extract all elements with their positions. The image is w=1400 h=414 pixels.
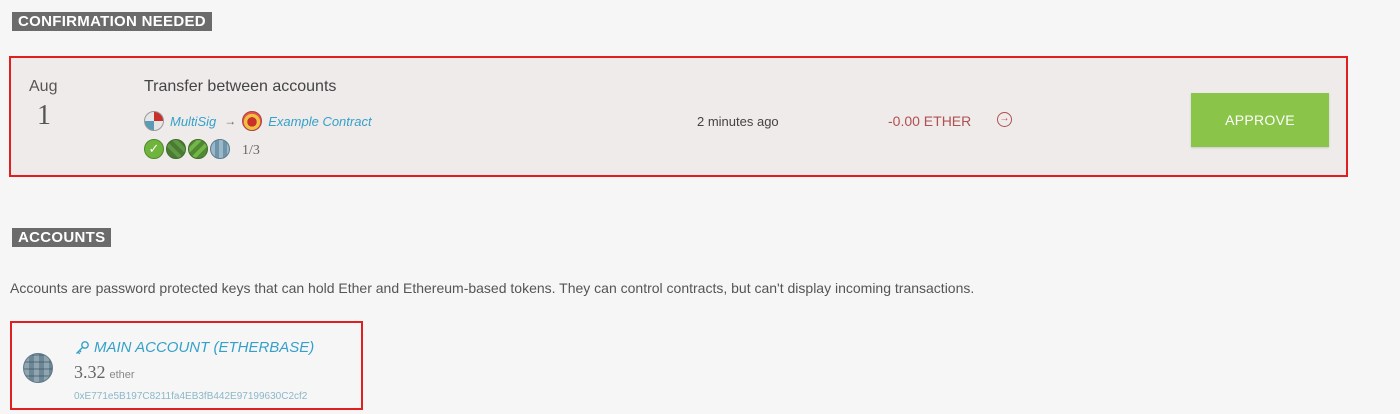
key-icon — [76, 340, 89, 354]
transaction-day: 1 — [37, 100, 51, 131]
account-name-link[interactable]: MAIN ACCOUNT (ETHERBASE) — [74, 339, 314, 356]
accounts-heading: ACCOUNTS — [12, 228, 112, 247]
approve-button[interactable]: APPROVE — [1191, 93, 1329, 147]
owner-identicon — [210, 139, 230, 159]
confirmation-status: ✓ 1/3 — [144, 139, 260, 159]
balance-unit: ether — [109, 369, 135, 381]
balance-value: 3.32 — [74, 362, 106, 382]
transaction-amount: -0.00 ETHER — [888, 113, 972, 129]
confirmation-count: 1/3 — [242, 143, 260, 158]
contract-identicon — [242, 111, 263, 131]
account-identicon — [23, 353, 53, 383]
to-contract-link[interactable]: Example Contract — [268, 114, 371, 129]
pending-transaction-row[interactable]: Aug 1 Transfer between accounts MultiSig… — [9, 56, 1348, 177]
accounts-description: Accounts are password protected keys tha… — [10, 280, 975, 296]
confirmation-needed-heading: CONFIRMATION NEEDED — [12, 12, 212, 31]
main-account-card[interactable]: MAIN ACCOUNT (ETHERBASE) 3.32 ether 0xE77… — [10, 321, 363, 410]
arrow-circle-right-icon[interactable]: → — [997, 112, 1012, 127]
confirmed-check-icon: ✓ — [144, 139, 164, 159]
account-name: MAIN ACCOUNT (ETHERBASE) — [94, 339, 315, 356]
transaction-time: 2 minutes ago — [697, 114, 779, 129]
transaction-parties: MultiSig → Example Contract — [144, 110, 372, 132]
owner-identicon — [166, 139, 186, 159]
arrow-right-icon: → — [224, 114, 237, 128]
account-address: 0xE771e5B197C8211fa4EB3fB442E97199630C2c… — [74, 391, 308, 402]
from-account-link[interactable]: MultiSig — [170, 114, 216, 129]
transaction-month: Aug — [29, 78, 58, 95]
transaction-title: Transfer between accounts — [144, 78, 337, 95]
multisig-identicon — [144, 111, 164, 131]
owner-identicon — [188, 139, 208, 159]
account-balance: 3.32 ether — [74, 362, 135, 383]
